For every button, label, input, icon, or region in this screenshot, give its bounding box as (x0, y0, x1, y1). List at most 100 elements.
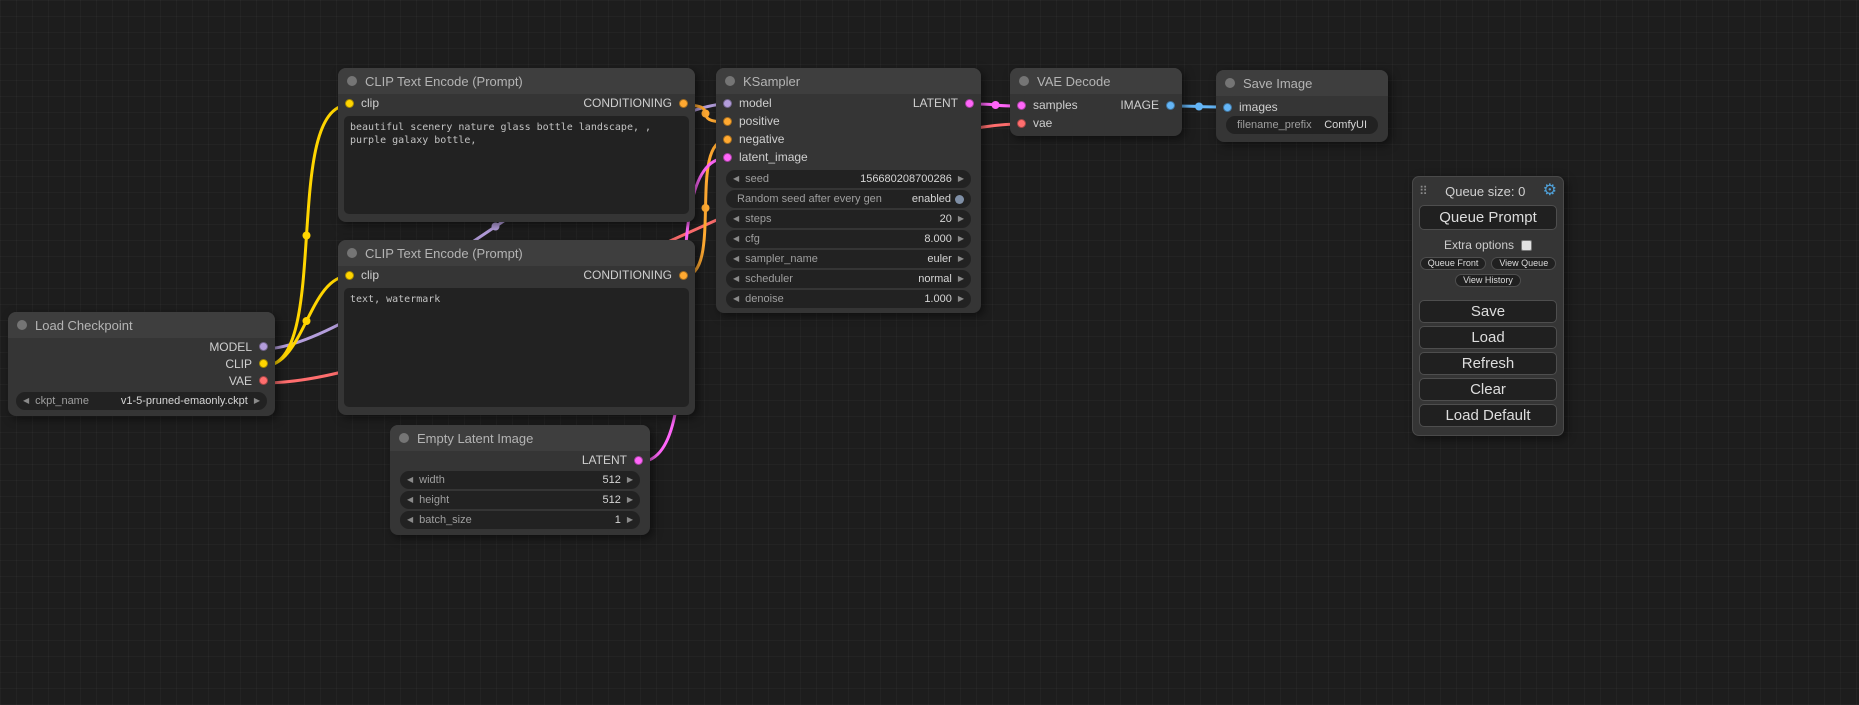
increment-arrow-icon[interactable]: ▶ (958, 295, 964, 303)
node-ksampler[interactable]: KSampler model LATENT positive negative … (716, 68, 981, 313)
widget-label: Random seed after every gen (737, 193, 882, 205)
latent-image-input-label: latent_image (739, 150, 808, 164)
ckpt-name-widget[interactable]: ◀ ckpt_name v1-5-pruned-emaonly.ckpt ▶ (16, 392, 267, 410)
samples-input-slot[interactable] (1017, 101, 1026, 110)
save-image-title-bar[interactable]: Save Image (1216, 70, 1388, 96)
widget-value: 156680208700286 (860, 173, 952, 185)
menu-drag-handle-icon[interactable]: ⠿ (1419, 184, 1428, 198)
increment-arrow-icon[interactable]: ▶ (958, 275, 964, 283)
save-button[interactable]: Save (1419, 300, 1557, 323)
collapse-toggle-icon[interactable] (1019, 76, 1029, 86)
sampler-name-widget[interactable]: ◀ sampler_name euler ▶ (726, 250, 971, 268)
positive-prompt-textarea[interactable]: beautiful scenery nature glass bottle la… (344, 116, 689, 214)
cfg-widget[interactable]: ◀ cfg 8.000 ▶ (726, 230, 971, 248)
vae-input-slot[interactable] (1017, 119, 1026, 128)
decrement-arrow-icon[interactable]: ◀ (733, 275, 739, 283)
conditioning-output-slot[interactable] (679, 271, 688, 280)
graph-canvas[interactable]: Load Checkpoint MODEL CLIP VAE ◀ ckpt_na… (0, 0, 1859, 705)
node-save-image[interactable]: Save Image images filename_prefix ComfyU… (1216, 70, 1388, 142)
increment-arrow-icon[interactable]: ▶ (958, 175, 964, 183)
latent-image-input-slot[interactable] (723, 153, 732, 162)
model-input-slot[interactable] (723, 99, 732, 108)
image-output-slot[interactable] (1166, 101, 1175, 110)
empty-latent-title-bar[interactable]: Empty Latent Image (390, 425, 650, 451)
link-midpoint-dot (1195, 103, 1203, 111)
increment-arrow-icon[interactable]: ▶ (627, 496, 633, 504)
decrement-arrow-icon[interactable]: ◀ (23, 397, 29, 405)
node-vae-decode[interactable]: VAE Decode samples IMAGE vae (1010, 68, 1182, 136)
images-input-slot[interactable] (1223, 103, 1232, 112)
random-seed-toggle-widget[interactable]: Random seed after every gen enabled (726, 190, 971, 208)
clip-input-slot[interactable] (345, 99, 354, 108)
queue-prompt-button[interactable]: Queue Prompt (1419, 205, 1557, 230)
vae-output-slot[interactable] (259, 376, 268, 385)
vae-decode-title-bar[interactable]: VAE Decode (1010, 68, 1182, 94)
load-button[interactable]: Load (1419, 326, 1557, 349)
refresh-button[interactable]: Refresh (1419, 352, 1557, 375)
image-output-label: IMAGE (1120, 98, 1159, 112)
decrement-arrow-icon[interactable]: ◀ (407, 516, 413, 524)
decrement-arrow-icon[interactable]: ◀ (407, 496, 413, 504)
ksampler-title-bar[interactable]: KSampler (716, 68, 981, 94)
node-load-checkpoint[interactable]: Load Checkpoint MODEL CLIP VAE ◀ ckpt_na… (8, 312, 275, 416)
decrement-arrow-icon[interactable]: ◀ (733, 175, 739, 183)
decrement-arrow-icon[interactable]: ◀ (407, 476, 413, 484)
load-checkpoint-title-bar[interactable]: Load Checkpoint (8, 312, 275, 338)
latent-output-slot[interactable] (634, 456, 643, 465)
width-widget[interactable]: ◀ width 512 ▶ (400, 471, 640, 489)
height-widget[interactable]: ◀ height 512 ▶ (400, 491, 640, 509)
widget-label: cfg (745, 233, 760, 245)
extra-options-checkbox[interactable] (1521, 240, 1532, 251)
toggle-indicator[interactable] (955, 195, 964, 204)
widget-value: ComfyUI (1324, 119, 1367, 131)
clip-input-slot[interactable] (345, 271, 354, 280)
latent-output-slot[interactable] (965, 99, 974, 108)
decrement-arrow-icon[interactable]: ◀ (733, 295, 739, 303)
widget-label: sampler_name (745, 253, 818, 265)
node-clip-text-encode-positive[interactable]: CLIP Text Encode (Prompt) clip CONDITION… (338, 68, 695, 222)
positive-input-slot[interactable] (723, 117, 732, 126)
negative-input-slot[interactable] (723, 135, 732, 144)
clip-encode-title-bar[interactable]: CLIP Text Encode (Prompt) (338, 68, 695, 94)
seed-widget[interactable]: ◀ seed 156680208700286 ▶ (726, 170, 971, 188)
denoise-widget[interactable]: ◀ denoise 1.000 ▶ (726, 290, 971, 308)
collapse-toggle-icon[interactable] (399, 433, 409, 443)
filename-prefix-widget[interactable]: filename_prefix ComfyUI (1226, 116, 1378, 134)
clip-output-slot[interactable] (259, 359, 268, 368)
collapse-toggle-icon[interactable] (725, 76, 735, 86)
increment-arrow-icon[interactable]: ▶ (958, 215, 964, 223)
node-empty-latent-image[interactable]: Empty Latent Image LATENT ◀ width 512 ▶ … (390, 425, 650, 535)
collapse-toggle-icon[interactable] (347, 248, 357, 258)
queue-front-button[interactable]: Queue Front (1420, 257, 1487, 270)
increment-arrow-icon[interactable]: ▶ (958, 255, 964, 263)
increment-arrow-icon[interactable]: ▶ (254, 397, 260, 405)
widget-label: denoise (745, 293, 784, 305)
decrement-arrow-icon[interactable]: ◀ (733, 255, 739, 263)
batch-size-widget[interactable]: ◀ batch_size 1 ▶ (400, 511, 640, 529)
node-clip-text-encode-negative[interactable]: CLIP Text Encode (Prompt) clip CONDITION… (338, 240, 695, 415)
scheduler-widget[interactable]: ◀ scheduler normal ▶ (726, 270, 971, 288)
increment-arrow-icon[interactable]: ▶ (627, 476, 633, 484)
clear-button[interactable]: Clear (1419, 378, 1557, 401)
increment-arrow-icon[interactable]: ▶ (627, 516, 633, 524)
decrement-arrow-icon[interactable]: ◀ (733, 235, 739, 243)
steps-widget[interactable]: ◀ steps 20 ▶ (726, 210, 971, 228)
link-midpoint-dot (702, 204, 710, 212)
widget-label: height (419, 494, 449, 506)
view-queue-button[interactable]: View Queue (1491, 257, 1556, 270)
decrement-arrow-icon[interactable]: ◀ (733, 215, 739, 223)
load-default-button[interactable]: Load Default (1419, 404, 1557, 427)
negative-input-label: negative (739, 132, 784, 146)
collapse-toggle-icon[interactable] (1225, 78, 1235, 88)
conditioning-output-slot[interactable] (679, 99, 688, 108)
increment-arrow-icon[interactable]: ▶ (958, 235, 964, 243)
widget-value: 1.000 (924, 293, 952, 305)
collapse-toggle-icon[interactable] (17, 320, 27, 330)
clip-encode-title-bar[interactable]: CLIP Text Encode (Prompt) (338, 240, 695, 266)
collapse-toggle-icon[interactable] (347, 76, 357, 86)
model-output-slot[interactable] (259, 342, 268, 351)
negative-prompt-textarea[interactable]: text, watermark (344, 288, 689, 407)
view-history-button[interactable]: View History (1455, 274, 1521, 287)
settings-gear-icon[interactable]: ⚙ (1543, 183, 1557, 199)
queue-size-label: Queue size: 0 (1428, 184, 1543, 199)
